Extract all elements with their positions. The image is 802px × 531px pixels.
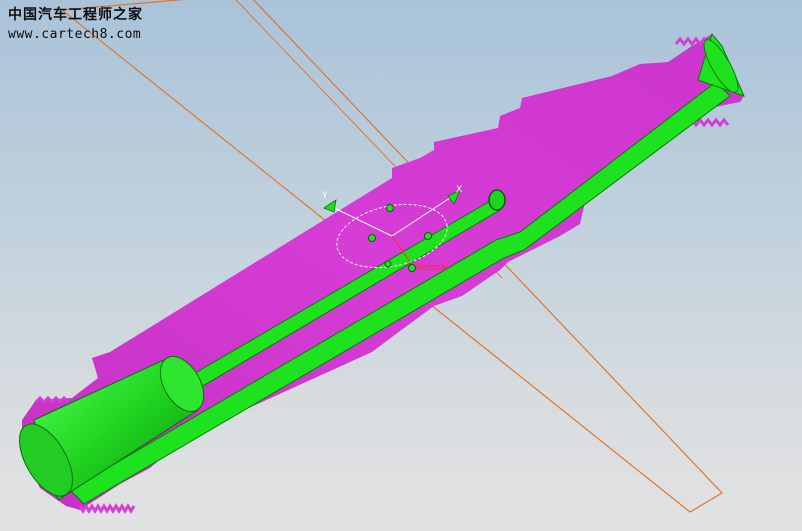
handle-ball-right[interactable] bbox=[424, 232, 432, 240]
bore-hole[interactable] bbox=[488, 189, 506, 211]
watermark: 中国汽车工程师之家 www.cartech8.com bbox=[8, 6, 143, 44]
watermark-title: 中国汽车工程师之家 bbox=[8, 7, 143, 23]
handle-ball-origin[interactable] bbox=[384, 260, 392, 268]
3d-scene[interactable]: Y X Normal bbox=[0, 0, 802, 531]
handle-ball-bottom[interactable] bbox=[408, 264, 416, 272]
x-axis-label: X bbox=[456, 185, 462, 195]
normal-label: Normal bbox=[416, 263, 449, 273]
cad-viewport[interactable]: Y X Normal 中国汽车工程师之家 www.cartech8.com bbox=[0, 0, 802, 531]
thread-teeth-left bbox=[78, 503, 136, 514]
y-axis-label: Y bbox=[321, 191, 328, 201]
handle-ball-left[interactable] bbox=[368, 234, 376, 242]
handle-ball-top[interactable] bbox=[386, 204, 394, 212]
watermark-url: www.cartech8.com bbox=[8, 27, 142, 42]
y-axis-arrow-icon[interactable] bbox=[323, 199, 337, 213]
